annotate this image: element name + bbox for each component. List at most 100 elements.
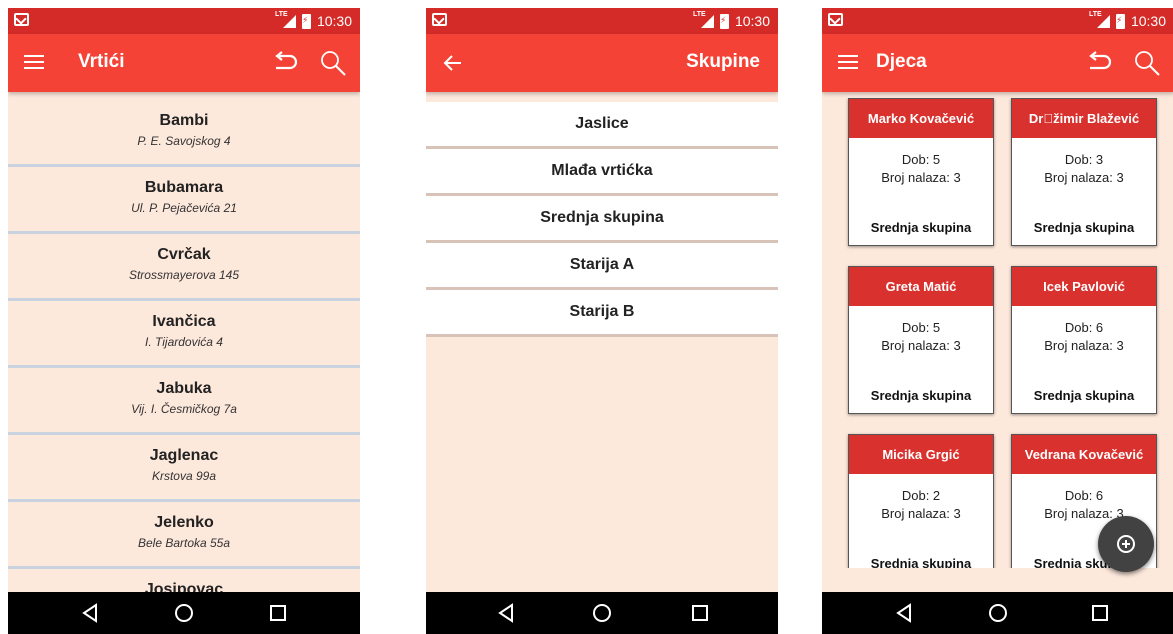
kindergarten-name: Jabuka (156, 380, 212, 397)
kindergarten-name: Bubamara (144, 179, 224, 196)
undo-icon[interactable] (1084, 50, 1112, 76)
kindergarten-address: Bele Bartoka 55a (137, 536, 231, 550)
nav-back-icon[interactable] (494, 601, 518, 625)
kindergarten-name: Bambi (159, 112, 209, 129)
kindergarten-address: P. E. Savojskog 4 (137, 134, 231, 148)
kindergarten-address: Ul. P. Pejačevića 21 (131, 201, 237, 215)
add-child-button[interactable] (1098, 516, 1154, 572)
hamburger-menu-icon[interactable] (24, 54, 44, 70)
child-group: Srednja skupina (870, 388, 972, 403)
child-age: Dob: 6 (1064, 488, 1104, 503)
nav-home-icon[interactable] (986, 601, 1010, 625)
child-age: Dob: 2 (901, 488, 941, 503)
kindergarten-list: Bambi P. E. Savojskog 4 Bubamara Ul. P. Pe… (8, 100, 360, 634)
kindergarten-address: Strossmayerova 145 (128, 268, 240, 282)
child-card[interactable]: Marko Kovačević Dob: 5 Broj nalaza: 3 Sr… (848, 98, 994, 246)
kindergarten-address: Krstova 99a (151, 469, 217, 483)
page-title: Vrtići (78, 51, 125, 72)
child-age: Dob: 5 (901, 320, 941, 335)
page-title: Djeca (876, 51, 927, 72)
child-card[interactable]: Micika Grgić Dob: 2 Broj nalaza: 3 Sredn… (848, 434, 994, 568)
kindergartens-screen: LTE 10:30 Vrtići Bambi P. E. Savojskog 4 … (8, 8, 360, 634)
child-name: Micika Grgić (849, 435, 993, 474)
arrow-back-icon[interactable] (440, 50, 466, 76)
list-item[interactable]: Ivančica I. Tijardovića 4 (8, 301, 360, 368)
nav-home-icon[interactable] (172, 601, 196, 625)
undo-icon[interactable] (270, 50, 298, 76)
child-card[interactable]: Greta Matić Dob: 5 Broj nalaza: 3 Srednj… (848, 266, 994, 414)
system-nav-bar (426, 592, 778, 634)
list-item[interactable]: Cvrčak Strossmayerova 145 (8, 234, 360, 301)
children-card-grid: Marko Kovačević Dob: 5 Broj nalaza: 3 Sr… (822, 98, 1173, 568)
nav-back-icon[interactable] (78, 601, 102, 625)
status-time: 10:30 (1130, 13, 1166, 29)
child-findings-count: Broj nalaza: 3 (881, 170, 961, 185)
kindergarten-address: I. Tijardovića 4 (145, 335, 223, 349)
signal-icon: LTE (693, 11, 714, 28)
child-group: Srednja skupina (1033, 220, 1135, 235)
list-item[interactable]: Starija B (426, 290, 778, 337)
mail-notification-icon (14, 13, 29, 26)
signal-icon: LTE (1089, 11, 1110, 28)
battery-icon (301, 13, 311, 29)
nav-recents-icon[interactable] (266, 601, 290, 625)
battery-icon (1115, 13, 1125, 29)
child-group: Srednja skupina (1033, 388, 1135, 403)
child-card[interactable]: Dr žimir Blažević Dob: 3 Broj nalaza: 3 … (1011, 98, 1157, 246)
list-item[interactable]: Jaglenac Krstova 99a (8, 435, 360, 502)
child-group: Srednja skupina (870, 220, 972, 235)
child-findings-count: Broj nalaza: 3 (881, 506, 961, 521)
child-name: Vedrana Kovačević (1012, 435, 1156, 474)
list-item[interactable]: Srednja skupina (426, 196, 778, 243)
hamburger-menu-icon[interactable] (838, 54, 858, 70)
app-toolbar: Skupine (426, 34, 778, 92)
list-item[interactable]: Mlađa vrtićka (426, 149, 778, 196)
status-bar: LTE 10:30 (8, 8, 360, 34)
status-bar: LTE 10:30 (426, 8, 778, 34)
app-toolbar: Djeca (822, 34, 1173, 92)
page-title: Skupine (686, 51, 760, 72)
mail-notification-icon (432, 13, 447, 26)
status-time: 10:30 (316, 13, 352, 29)
child-findings-count: Broj nalaza: 3 (1044, 338, 1124, 353)
list-item[interactable]: Jelenko Bele Bartoka 55a (8, 502, 360, 569)
child-age: Dob: 5 (901, 152, 941, 167)
child-group: Srednja skupina (870, 556, 972, 568)
app-toolbar: Vrtići (8, 34, 360, 92)
kindergarten-name: Jelenko (154, 514, 214, 531)
kindergarten-name: Ivančica (152, 313, 216, 330)
groups-screen: LTE 10:30 Skupine Jaslice Mlađa vrtićka … (426, 8, 778, 634)
signal-icon: LTE (275, 11, 296, 28)
list-item[interactable]: Bambi P. E. Savojskog 4 (8, 100, 360, 167)
child-age: Dob: 3 (1064, 152, 1104, 167)
status-bar: LTE 10:30 (822, 8, 1173, 34)
status-time: 10:30 (734, 13, 770, 29)
list-item[interactable]: Starija A (426, 243, 778, 290)
child-name: Marko Kovačević (849, 99, 993, 138)
nav-home-icon[interactable] (590, 601, 614, 625)
child-findings-count: Broj nalaza: 3 (1044, 170, 1124, 185)
nav-recents-icon[interactable] (688, 601, 712, 625)
nav-back-icon[interactable] (892, 601, 916, 625)
search-icon[interactable] (318, 48, 348, 78)
kindergarten-name: Cvrčak (157, 246, 211, 263)
kindergarten-name: Jaglenac (149, 447, 219, 464)
list-item[interactable]: Jabuka Vij. I. Česmičkog 7a (8, 368, 360, 435)
children-screen: LTE 10:30 Djeca Marko Kovačević Dob: 5 B… (822, 8, 1173, 634)
child-card[interactable]: Icek Pavlović Dob: 6 Broj nalaza: 3 Sred… (1011, 266, 1157, 414)
kindergarten-address: Vij. I. Česmičkog 7a (131, 402, 237, 416)
group-list: Jaslice Mlađa vrtićka Srednja skupina St… (426, 102, 778, 337)
mail-notification-icon (828, 13, 843, 26)
system-nav-bar (822, 592, 1173, 634)
child-findings-count: Broj nalaza: 3 (881, 338, 961, 353)
battery-icon (719, 13, 729, 29)
system-nav-bar (8, 592, 360, 634)
child-name: Icek Pavlović (1012, 267, 1156, 306)
child-age: Dob: 6 (1064, 320, 1104, 335)
search-icon[interactable] (1132, 48, 1162, 78)
list-item[interactable]: Bubamara Ul. P. Pejačevića 21 (8, 167, 360, 234)
list-item[interactable]: Jaslice (426, 102, 778, 149)
add-circle-icon (1117, 535, 1135, 553)
child-name: Greta Matić (849, 267, 993, 306)
nav-recents-icon[interactable] (1088, 601, 1112, 625)
